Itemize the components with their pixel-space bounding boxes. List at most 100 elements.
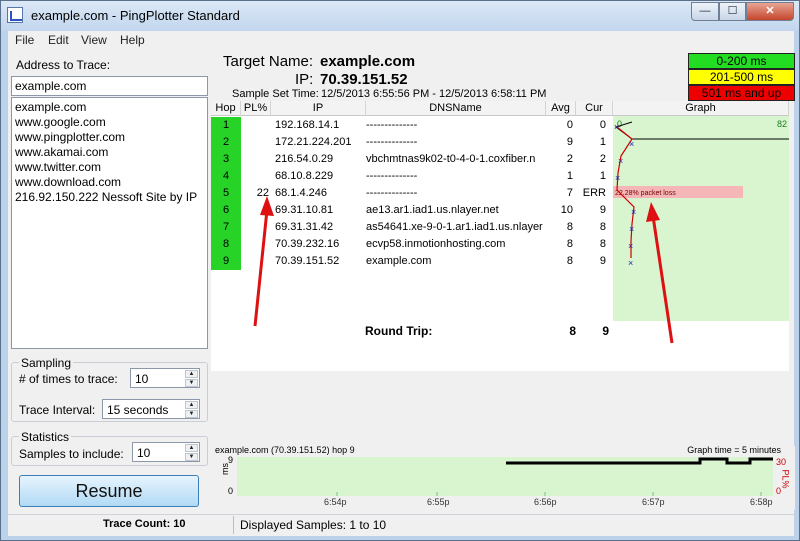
list-item[interactable]: www.pingplotter.com [12, 130, 207, 145]
col-header-pl[interactable]: PL% [241, 101, 271, 116]
cur-cell: 1 [599, 136, 606, 148]
dns-cell: -------------- [366, 136, 418, 148]
spin-down-icon[interactable]: ▼ [185, 410, 198, 418]
avg-cell: 10 [560, 204, 573, 216]
col-header-graph[interactable]: Graph [613, 101, 789, 116]
ip-cell: 172.21.224.201 [275, 136, 352, 148]
hop-marker-icon: × [628, 258, 633, 268]
dns-cell: -------------- [366, 170, 418, 182]
pl-cell [241, 168, 269, 185]
avg-cell: 1 [566, 170, 573, 182]
sample-set-time-label: Sample Set Time: [232, 88, 319, 100]
cur-cell: 0 [599, 119, 606, 131]
time-graph-panel: example.com (70.39.151.52) hop 9 Graph t… [214, 445, 795, 510]
avg-cell: 2 [566, 153, 573, 165]
cur-cell: 8 [599, 238, 606, 250]
trace-interval-value: 15 seconds [107, 403, 169, 417]
hop-cell: 8 [211, 236, 241, 253]
col-header-avg[interactable]: Avg [546, 101, 576, 116]
spin-up-icon[interactable]: ▲ [185, 401, 198, 409]
resume-button[interactable]: Resume [19, 475, 199, 507]
y-right-max: 30 [776, 457, 787, 467]
menu-edit[interactable]: Edit [48, 33, 69, 47]
ip-cell: 68.10.8.229 [275, 170, 334, 182]
avg-cell: 7 [566, 187, 573, 199]
samples-to-include-stepper[interactable]: 10 ▲ ▼ [132, 442, 200, 462]
times-to-trace-stepper[interactable]: 10 ▲ ▼ [130, 368, 200, 388]
legend-low-latency: 0-200 ms [688, 53, 795, 69]
dns-cell: ecvp58.inmotionhosting.com [366, 238, 506, 250]
spin-up-icon[interactable]: ▲ [185, 370, 198, 378]
minimize-button[interactable]: — [691, 2, 719, 21]
ip-cell: 70.39.232.16 [275, 238, 340, 250]
pl-cell [241, 236, 269, 253]
col-header-cur[interactable]: Cur [576, 101, 613, 116]
trace-interval-label: Trace Interval: [19, 403, 96, 417]
address-input[interactable]: example.com [11, 76, 208, 96]
list-item[interactable]: www.akamai.com [12, 145, 207, 160]
target-name: example.com [320, 53, 416, 70]
app-icon [7, 7, 23, 23]
pl-cell [241, 202, 269, 219]
spin-down-icon[interactable]: ▼ [185, 453, 198, 461]
y-left-unit: ms [220, 463, 230, 475]
list-item[interactable]: www.download.com [12, 175, 207, 190]
time-graph-area [237, 457, 773, 496]
hop-cell: 5 [211, 185, 241, 202]
cur-cell: 8 [599, 221, 606, 233]
statistics-title: Statistics [19, 430, 72, 444]
menu-view[interactable]: View [81, 33, 107, 47]
avg-cell: 9 [566, 136, 573, 148]
hop-marker-icon: × [618, 156, 623, 166]
col-header-ip[interactable]: IP [271, 101, 366, 116]
cur-cell: 9 [599, 255, 606, 267]
legend-high-latency: 501 ms and up [688, 85, 795, 101]
round-trip-cur: 9 [602, 324, 609, 338]
sample-set-time-value: 12/5/2013 6:55:56 PM - 12/5/2013 6:58:11… [321, 88, 547, 100]
graph-scale-max: 82 [777, 119, 787, 129]
list-item[interactable]: www.twitter.com [12, 160, 207, 175]
hop-marker-icon: × [628, 241, 633, 251]
hop-cell: 4 [211, 168, 241, 185]
round-trip-label: Round Trip: [365, 324, 433, 338]
hop-cell: 7 [211, 219, 241, 236]
ip-cell: 70.39.151.52 [275, 255, 340, 267]
maximize-button[interactable]: ☐ [719, 2, 746, 21]
title-bar[interactable]: example.com - PingPlotter Standard — ☐ ✕ [1, 1, 799, 31]
pl-cell: 22 [256, 187, 269, 199]
legend-medium-latency: 201-500 ms [688, 69, 795, 85]
client-area: Address to Trace: example.com example.co… [8, 50, 795, 536]
x-tick-label: 6:54p [324, 497, 347, 507]
ip-cell: 69.31.10.81 [275, 204, 334, 216]
dns-cell: as54641.xe-9-0-1.ar1.iad1.us.nlayer [366, 221, 543, 233]
dns-cell: -------------- [366, 187, 418, 199]
col-header-hop[interactable]: Hop [211, 101, 241, 116]
ip-cell: 192.168.14.1 [275, 119, 340, 131]
address-list[interactable]: example.com www.google.com www.pingplott… [11, 97, 208, 349]
x-tick-label: 6:56p [534, 497, 557, 507]
samples-to-include-label: Samples to include: [19, 447, 124, 461]
x-tick-label: 6:57p [642, 497, 665, 507]
menu-file[interactable]: File [15, 33, 34, 47]
ip-cell: 216.54.0.29 [275, 153, 334, 165]
samples-to-include-value: 10 [137, 446, 151, 460]
list-item[interactable]: example.com [12, 100, 207, 115]
pl-cell [241, 219, 269, 236]
list-item[interactable]: www.google.com [12, 115, 207, 130]
menu-help[interactable]: Help [120, 33, 145, 47]
cur-cell: 1 [599, 170, 606, 182]
hop-cell: 2 [211, 134, 241, 151]
sampling-title: Sampling [19, 356, 74, 370]
hop-cell: 9 [211, 253, 241, 270]
hop-table: Hop PL% IP DNSName Avg Cur Graph 1 192.16… [211, 101, 789, 371]
hop-marker-icon: × [629, 224, 634, 234]
list-item[interactable]: 216.92.150.222 Nessoft Site by IP [12, 190, 207, 205]
pl-cell [241, 253, 269, 270]
trace-interval-stepper[interactable]: 15 seconds ▲ ▼ [102, 399, 200, 419]
spin-up-icon[interactable]: ▲ [185, 444, 198, 452]
avg-cell: 8 [566, 255, 573, 267]
time-graph-title: example.com (70.39.151.52) hop 9 [215, 445, 355, 455]
col-header-dnsname[interactable]: DNSName [366, 101, 546, 116]
spin-down-icon[interactable]: ▼ [185, 379, 198, 387]
close-button[interactable]: ✕ [746, 2, 794, 21]
